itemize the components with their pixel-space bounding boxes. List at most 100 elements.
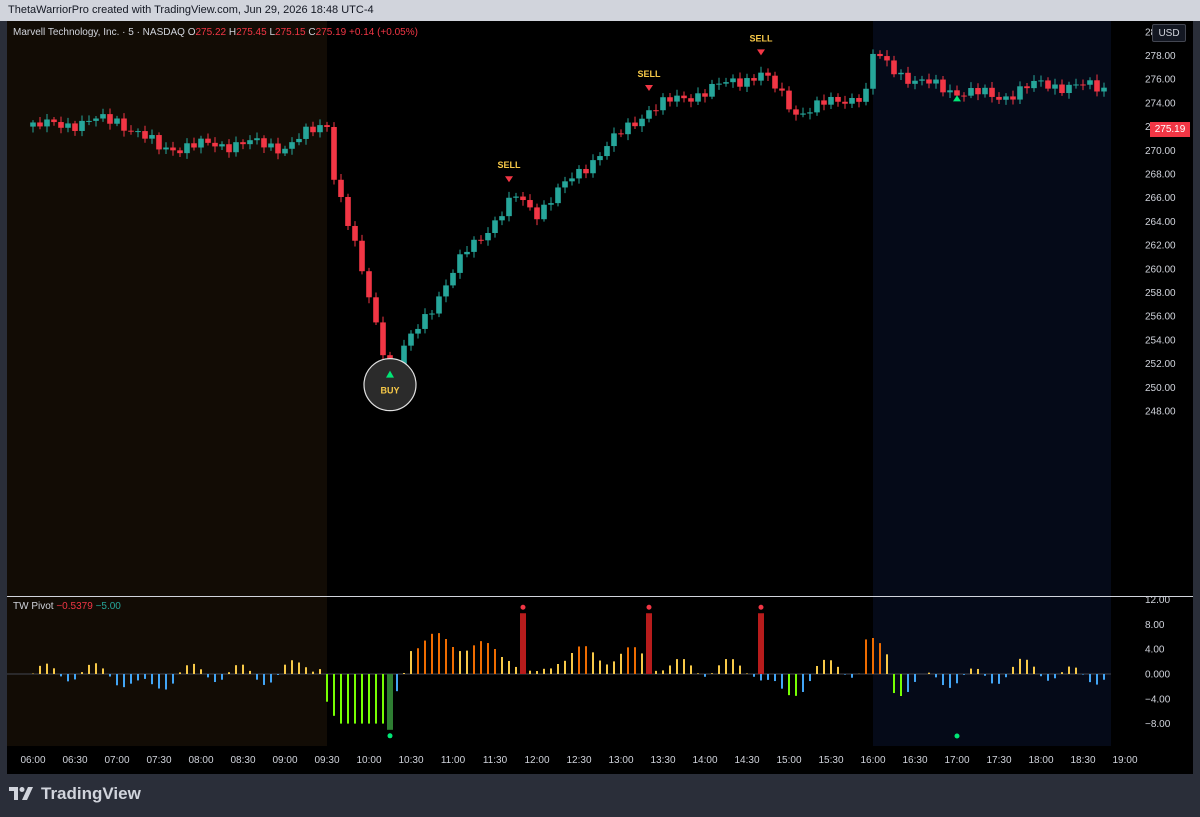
candle-body bbox=[205, 138, 211, 143]
chart-area[interactable]: SELLSELLSELLBUY280.00278.00276.00274.002… bbox=[7, 21, 1193, 774]
candle-body bbox=[884, 56, 890, 61]
candle-body bbox=[674, 95, 680, 102]
candle bbox=[856, 94, 862, 108]
candle-body bbox=[541, 204, 547, 220]
price-axis-label: 264.00 bbox=[1145, 217, 1176, 228]
candle-body bbox=[436, 296, 442, 314]
candle bbox=[534, 203, 540, 226]
candle-body bbox=[660, 97, 666, 111]
candle-body bbox=[877, 53, 883, 57]
time-axis-label: 12:30 bbox=[566, 755, 591, 766]
candle bbox=[604, 141, 610, 160]
candle bbox=[597, 152, 603, 166]
candle bbox=[639, 114, 645, 132]
candle-body bbox=[583, 168, 589, 174]
candle bbox=[499, 211, 505, 226]
candle-body bbox=[338, 179, 344, 197]
candle bbox=[422, 308, 428, 334]
candle-body bbox=[513, 196, 519, 198]
candle-body bbox=[534, 207, 540, 220]
time-axis-label: 09:30 bbox=[314, 755, 339, 766]
candle bbox=[555, 183, 561, 207]
candle-body bbox=[730, 78, 736, 83]
pivot-bar bbox=[520, 613, 526, 674]
indicator-legend: TW Pivot −0.5379 −5.00 bbox=[13, 601, 121, 612]
indicator-value-1: −0.5379 bbox=[56, 601, 93, 612]
candle-body bbox=[163, 147, 169, 150]
candle-body bbox=[821, 100, 827, 105]
time-axis-label: 06:00 bbox=[20, 755, 45, 766]
candle bbox=[807, 107, 813, 120]
price-axis-label: 262.00 bbox=[1145, 241, 1176, 252]
candle-body bbox=[443, 285, 449, 297]
candle bbox=[380, 316, 386, 362]
candle bbox=[450, 269, 456, 289]
candlestick-chart[interactable]: SELLSELLSELLBUY280.00278.00276.00274.002… bbox=[7, 21, 1193, 774]
tradingview-logo[interactable]: TradingView bbox=[9, 784, 141, 804]
candle-body bbox=[947, 90, 953, 93]
candle bbox=[632, 116, 638, 129]
candle-body bbox=[233, 142, 239, 153]
indicator-value-2: −5.00 bbox=[95, 601, 121, 612]
candle-body bbox=[800, 113, 806, 115]
time-axis-label: 17:30 bbox=[986, 755, 1011, 766]
time-axis-label: 16:30 bbox=[902, 755, 927, 766]
candle-body bbox=[611, 133, 617, 147]
candle-body bbox=[170, 147, 176, 151]
time-axis-label: 15:00 bbox=[776, 755, 801, 766]
time-axis-label: 07:00 bbox=[104, 755, 129, 766]
buy-signal-circle bbox=[363, 358, 417, 412]
candle-body bbox=[996, 96, 1002, 100]
time-axis-label: 12:00 bbox=[524, 755, 549, 766]
price-axis-label: 258.00 bbox=[1145, 288, 1176, 299]
candle-body bbox=[366, 271, 372, 298]
candle bbox=[835, 93, 841, 107]
candle-body bbox=[926, 79, 932, 84]
candle-body bbox=[709, 83, 715, 97]
candle-body bbox=[310, 126, 316, 133]
candle bbox=[331, 122, 337, 185]
price-axis-label: 278.00 bbox=[1145, 51, 1176, 62]
candle-body bbox=[149, 135, 155, 139]
candle-body bbox=[898, 72, 904, 75]
candle bbox=[674, 89, 680, 107]
candle-body bbox=[856, 98, 862, 102]
afterhours-background bbox=[873, 21, 1111, 746]
premarket-background bbox=[7, 21, 327, 746]
candle bbox=[436, 291, 442, 318]
price-axis-label: 248.00 bbox=[1145, 407, 1176, 418]
candle-body bbox=[422, 314, 428, 329]
candle-body bbox=[905, 72, 911, 84]
candle-body bbox=[548, 203, 554, 205]
candle-body bbox=[464, 251, 470, 255]
indicator-name: TW Pivot bbox=[13, 601, 54, 612]
candle-body bbox=[478, 239, 484, 241]
candle-body bbox=[450, 272, 456, 286]
candle-body bbox=[247, 140, 253, 145]
candle-body bbox=[681, 95, 687, 99]
candle-body bbox=[1010, 96, 1016, 100]
price-axis-label: 270.00 bbox=[1145, 146, 1176, 157]
candle-body bbox=[121, 118, 127, 131]
candle-body bbox=[968, 88, 974, 96]
price-axis-label: 268.00 bbox=[1145, 170, 1176, 181]
candle bbox=[814, 96, 820, 116]
candle bbox=[366, 267, 372, 304]
high-label: H bbox=[228, 27, 237, 38]
header-text: ThetaWarriorPro created with TradingView… bbox=[8, 4, 374, 16]
time-axis-label: 06:30 bbox=[62, 755, 87, 766]
last-price-tag: 275.19 bbox=[1150, 122, 1190, 137]
candle-body bbox=[1003, 96, 1009, 100]
candle-body bbox=[128, 130, 134, 132]
candle bbox=[408, 330, 414, 351]
open-value: 275.22 bbox=[195, 27, 227, 38]
currency-button[interactable]: USD bbox=[1152, 24, 1186, 42]
candle bbox=[548, 197, 554, 211]
candle-body bbox=[107, 114, 113, 124]
candle-body bbox=[961, 95, 967, 97]
candle bbox=[562, 176, 568, 194]
pivot-bar bbox=[758, 613, 764, 674]
candle-body bbox=[828, 96, 834, 105]
candle-body bbox=[807, 112, 813, 114]
time-axis-label: 19:00 bbox=[1112, 755, 1137, 766]
